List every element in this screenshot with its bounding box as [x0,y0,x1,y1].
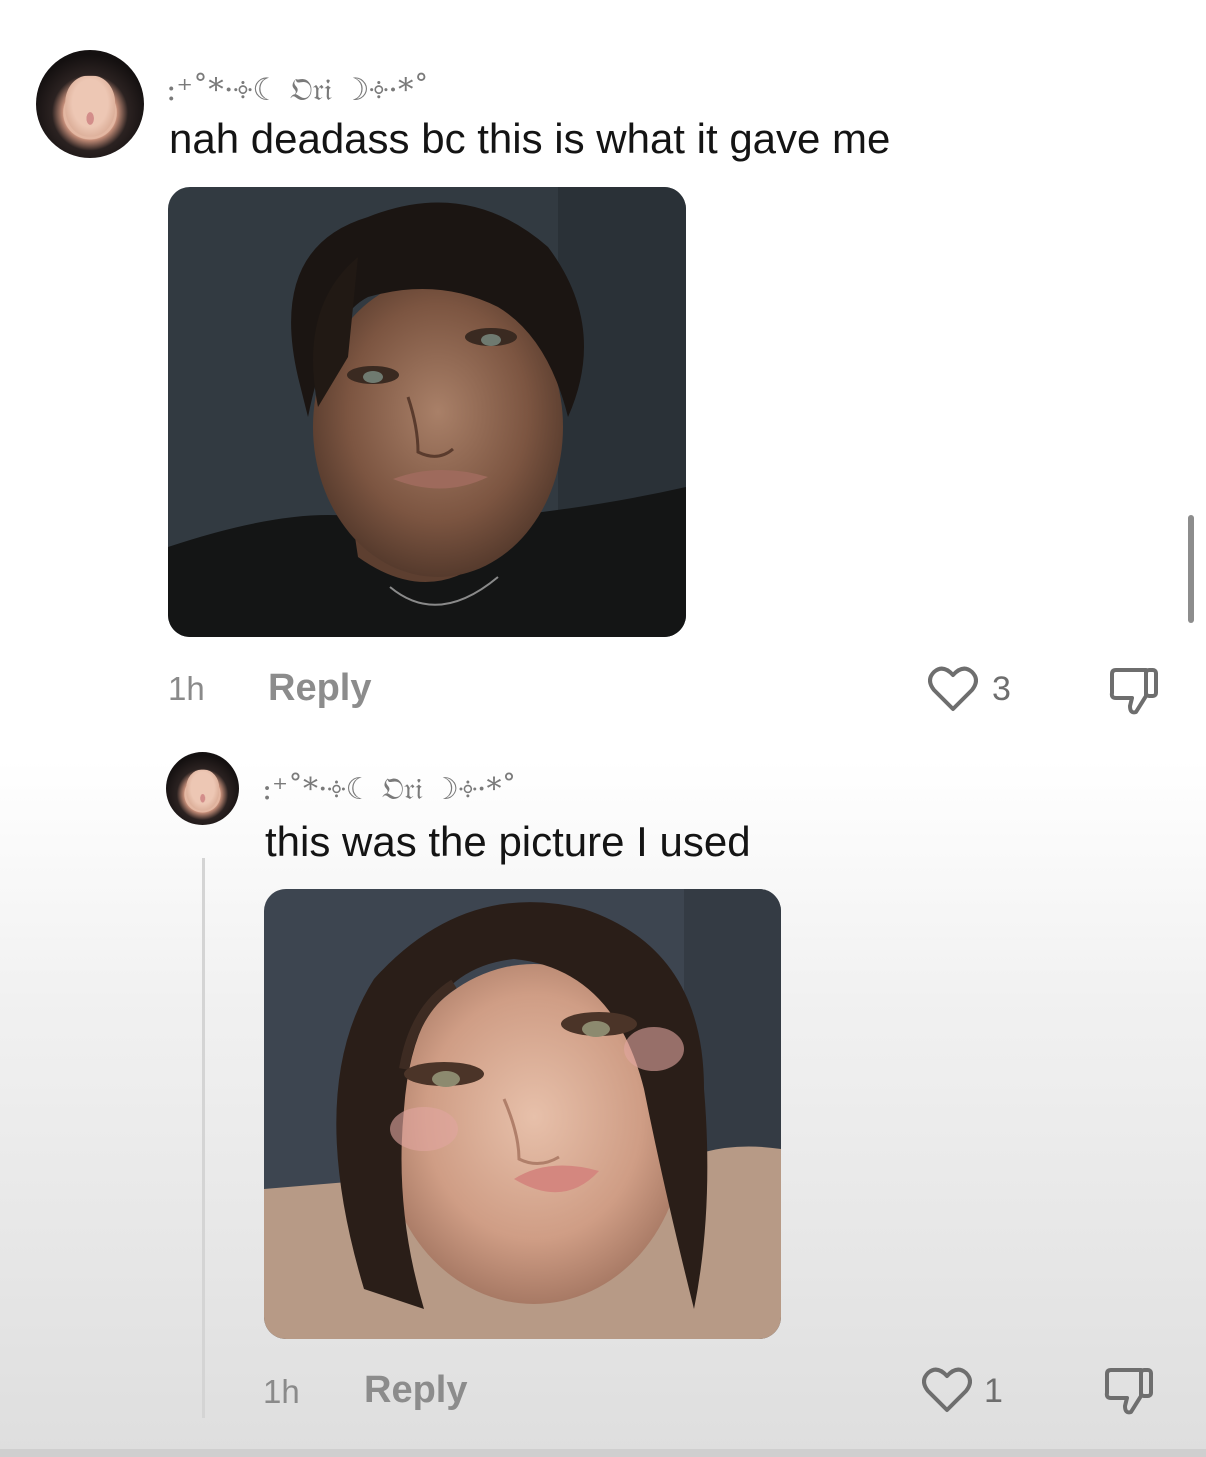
avatar[interactable] [166,752,239,825]
thumbs-down-icon[interactable] [1103,1368,1155,1416]
comment-text: this was the picture I used [265,818,751,865]
comment-2: :⁺˚*·༓☾ 𝔒𝔯𝔦 ☽༓·*˚ this was the picture I… [0,0,1206,1457]
comment-timestamp: 1h [263,1373,300,1410]
like-count: 1 [984,1372,1003,1410]
bottom-divider [0,1449,1206,1457]
comment-attached-photo[interactable] [264,889,781,1339]
heart-outline-icon[interactable] [922,1366,972,1414]
reply-button[interactable]: Reply [364,1369,467,1412]
